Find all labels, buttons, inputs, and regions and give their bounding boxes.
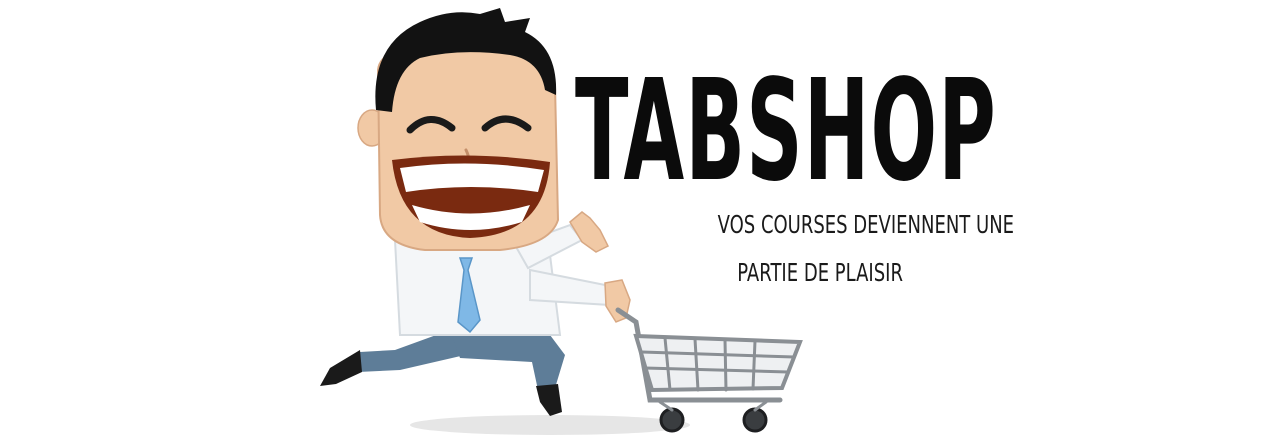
tagline-line-1-text: VOS COURSES DEVIENNENT UNE [717, 210, 1015, 239]
tagline-line-2: PARTIE DE PLAISIR [660, 258, 980, 288]
back-leg [320, 330, 465, 386]
front-leg [450, 330, 565, 416]
hero-banner: TABSHOP VOS COURSES DEVIENNENT UNE PARTI… [0, 0, 1280, 447]
brand-title: TABSHOP [575, 50, 997, 213]
tagline-line-2-text: PARTIE DE PLAISIR [737, 258, 903, 287]
ground-shadow [410, 415, 690, 435]
tagline-line-1: VOS COURSES DEVIENNENT UNE [660, 210, 1014, 240]
head [357, 8, 560, 251]
shopping-cart-icon [615, 307, 803, 433]
